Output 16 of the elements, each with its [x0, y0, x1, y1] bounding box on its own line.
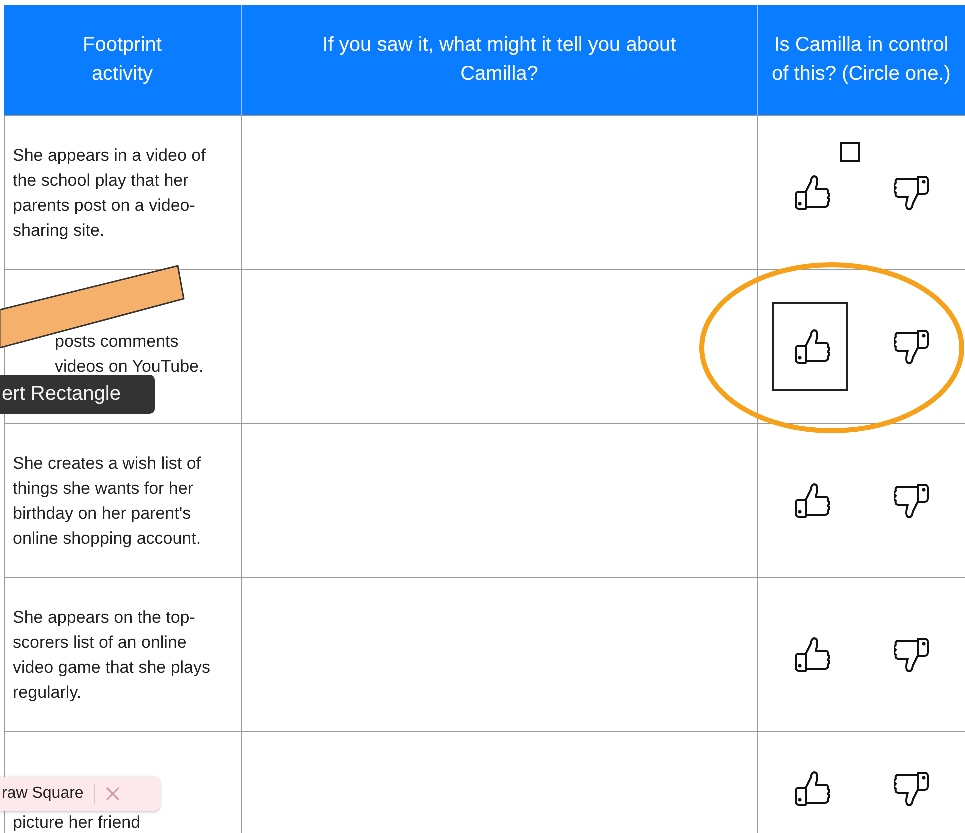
activity-text: She creates a wish list of things she wants for her birthday on her parent's online shopping account. [13, 452, 202, 550]
answer-cell[interactable] [241, 269, 757, 423]
tooltip: ert Rectangle [0, 375, 155, 414]
activity-text: picture her friend [13, 812, 141, 833]
activity-text: posts comments videos on YouTube. [55, 331, 205, 378]
answer-cell[interactable] [241, 577, 757, 731]
tool-label[interactable]: raw Square [2, 785, 84, 803]
column-header: If you saw it, what might it tell you about Camilla? [241, 5, 757, 115]
column-header: Footprint activity [4, 5, 241, 115]
activity-text: She appears on the top-scorers list of an online video game that she plays regularly. [13, 606, 212, 704]
column-header: Is Camilla in control of this? (Circle one.) [757, 5, 965, 115]
answer-cell[interactable] [241, 731, 757, 833]
answer-cell[interactable] [241, 423, 757, 577]
answer-cell[interactable] [241, 115, 757, 269]
activity-text: She appears in a video of the school play that her parents post on a video-sharing site. [13, 144, 207, 242]
selection-frame[interactable] [772, 302, 848, 391]
